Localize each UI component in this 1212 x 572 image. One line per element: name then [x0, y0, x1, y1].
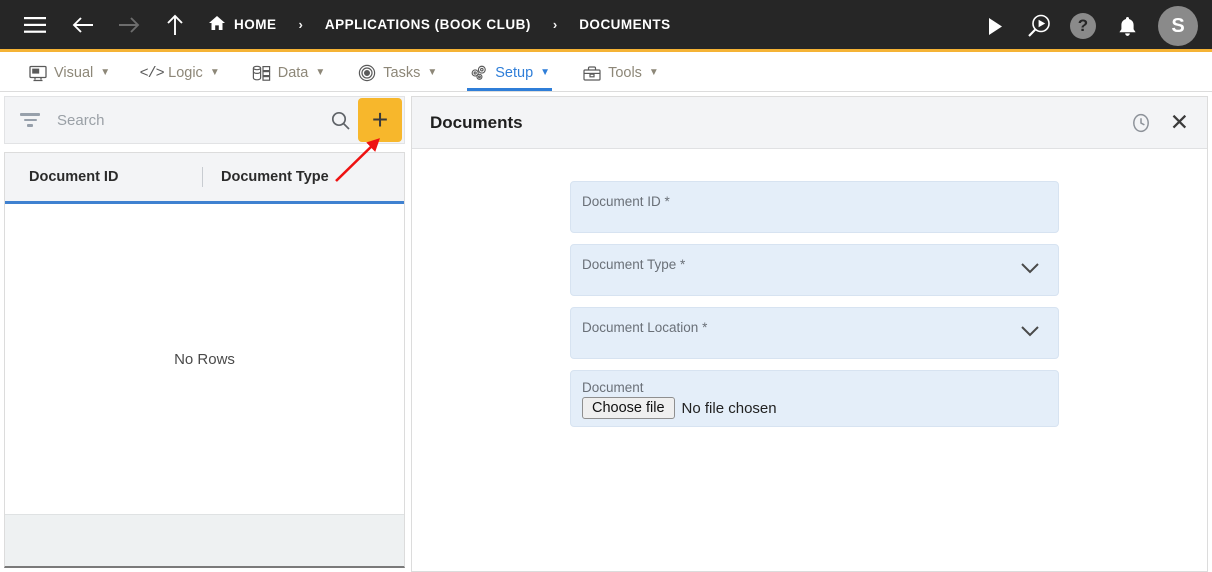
menu-item-label: Setup	[495, 65, 534, 81]
chevron-down-icon: ▼	[209, 67, 220, 78]
avatar-initial: S	[1171, 14, 1185, 37]
application-window: HOME › APPLICATIONS (BOOK CLUB) › DOCUME…	[0, 0, 1212, 572]
play-icon[interactable]	[978, 9, 1012, 43]
plus-icon: +	[371, 104, 389, 135]
records-list-panel: + Document ID Document Type No Rows	[4, 96, 405, 568]
help-label: ?	[1077, 16, 1089, 35]
chevron-down-icon: ▼	[540, 67, 551, 78]
empty-state-message: No Rows	[174, 350, 235, 368]
chevron-down-icon: ▼	[315, 67, 326, 78]
filter-icon[interactable]	[19, 113, 41, 127]
breadcrumb-label: APPLICATIONS (BOOK CLUB)	[324, 17, 531, 32]
top-nav-right-group: ? S	[978, 0, 1198, 52]
breadcrumb-item-home[interactable]: HOME	[208, 15, 277, 34]
record-form: Document ID * Document Type * Document L…	[412, 149, 1207, 571]
chevron-down-icon: ▼	[648, 67, 659, 78]
menu-item-label: Tools	[608, 65, 642, 81]
form-field-column: Document ID * Document Type * Document L…	[570, 181, 1059, 427]
field-document-location[interactable]: Document Location *	[570, 307, 1059, 359]
field-document-file[interactable]: Document Choose file No file chosen	[570, 370, 1059, 427]
menu-item-label: Logic	[168, 65, 203, 81]
column-header-document-id[interactable]: Document ID	[5, 153, 202, 201]
menu-item-label: Visual	[54, 65, 94, 81]
avatar[interactable]: S	[1158, 6, 1198, 46]
forward-arrow-icon	[112, 8, 146, 42]
breadcrumb-label: DOCUMENTS	[579, 17, 671, 32]
active-tab-underline	[467, 88, 553, 91]
field-label: Document Type *	[582, 257, 686, 272]
menu-item-tasks[interactable]: Tasks ▼	[341, 55, 453, 91]
menu-item-tools[interactable]: Tools ▼	[566, 55, 675, 91]
up-arrow-icon[interactable]	[158, 8, 192, 42]
breadcrumb: HOME › APPLICATIONS (BOOK CLUB) › DOCUME…	[208, 0, 671, 49]
breadcrumb-home-label: HOME	[234, 17, 277, 32]
gears-icon	[469, 64, 488, 83]
top-nav-left-group: HOME › APPLICATIONS (BOOK CLUB) › DOCUME…	[0, 0, 671, 49]
add-record-button[interactable]: +	[358, 98, 402, 142]
field-label: Document ID *	[582, 194, 670, 209]
help-icon[interactable]: ?	[1070, 13, 1096, 39]
field-document-id[interactable]: Document ID *	[570, 181, 1059, 233]
monitor-icon	[28, 64, 47, 83]
database-icon	[252, 64, 271, 83]
chevron-down-icon: ▼	[427, 67, 438, 78]
search-toolbar: +	[4, 96, 405, 144]
column-header-document-type[interactable]: Document Type	[203, 153, 329, 201]
chevron-down-icon: ▼	[100, 67, 111, 78]
grid-header-row: Document ID Document Type	[5, 153, 404, 204]
toolbox-icon	[582, 64, 601, 83]
search-play-icon[interactable]	[1022, 9, 1056, 43]
back-arrow-icon[interactable]	[66, 8, 100, 42]
search-input[interactable]	[41, 97, 322, 143]
hamburger-menu-icon[interactable]	[18, 8, 52, 42]
menu-item-setup[interactable]: Setup ▼	[453, 55, 566, 91]
chevron-down-icon[interactable]	[1020, 324, 1040, 342]
choose-file-button[interactable]: Choose file	[582, 397, 675, 419]
menu-item-visual[interactable]: Visual ▼	[12, 55, 126, 91]
field-label: Document	[582, 380, 644, 395]
record-detail-panel: Documents ✕ Document ID * Document Type …	[411, 96, 1208, 572]
page-title: Documents	[430, 112, 523, 132]
grid-body: No Rows	[5, 204, 404, 514]
menu-item-label: Tasks	[383, 65, 421, 81]
file-input-row: Choose file No file chosen	[582, 397, 1044, 419]
breadcrumb-item-documents[interactable]: DOCUMENTS	[579, 17, 671, 32]
field-label: Document Location *	[582, 320, 708, 335]
code-icon: </>	[139, 64, 165, 82]
close-icon[interactable]: ✕	[1170, 111, 1189, 134]
field-document-type[interactable]: Document Type *	[570, 244, 1059, 296]
target-icon	[357, 64, 376, 83]
breadcrumb-separator: ›	[298, 17, 303, 32]
file-status-label: No file chosen	[681, 399, 777, 417]
detail-panel-header: Documents ✕	[412, 97, 1207, 149]
bell-icon[interactable]	[1110, 9, 1144, 43]
menu-item-data[interactable]: Data ▼	[236, 55, 342, 91]
home-icon	[208, 15, 226, 34]
breadcrumb-separator: ›	[552, 17, 558, 32]
records-grid: Document ID Document Type No Rows	[4, 152, 405, 568]
menu-item-label: Data	[277, 65, 309, 81]
breadcrumb-item-applications[interactable]: APPLICATIONS (BOOK CLUB)	[325, 17, 531, 32]
menu-item-logic[interactable]: </> Logic ▼	[126, 55, 236, 91]
module-menu-bar: Visual ▼ </> Logic ▼ Data ▼ Tasks ▼ Setu…	[0, 55, 1212, 92]
grid-footer	[5, 514, 404, 566]
clock-history-icon[interactable]	[1130, 112, 1152, 134]
top-navigation-bar: HOME › APPLICATIONS (BOOK CLUB) › DOCUME…	[0, 0, 1212, 52]
search-icon[interactable]	[322, 111, 358, 130]
chevron-down-icon[interactable]	[1020, 261, 1040, 279]
detail-panel-actions: ✕	[1130, 111, 1189, 134]
